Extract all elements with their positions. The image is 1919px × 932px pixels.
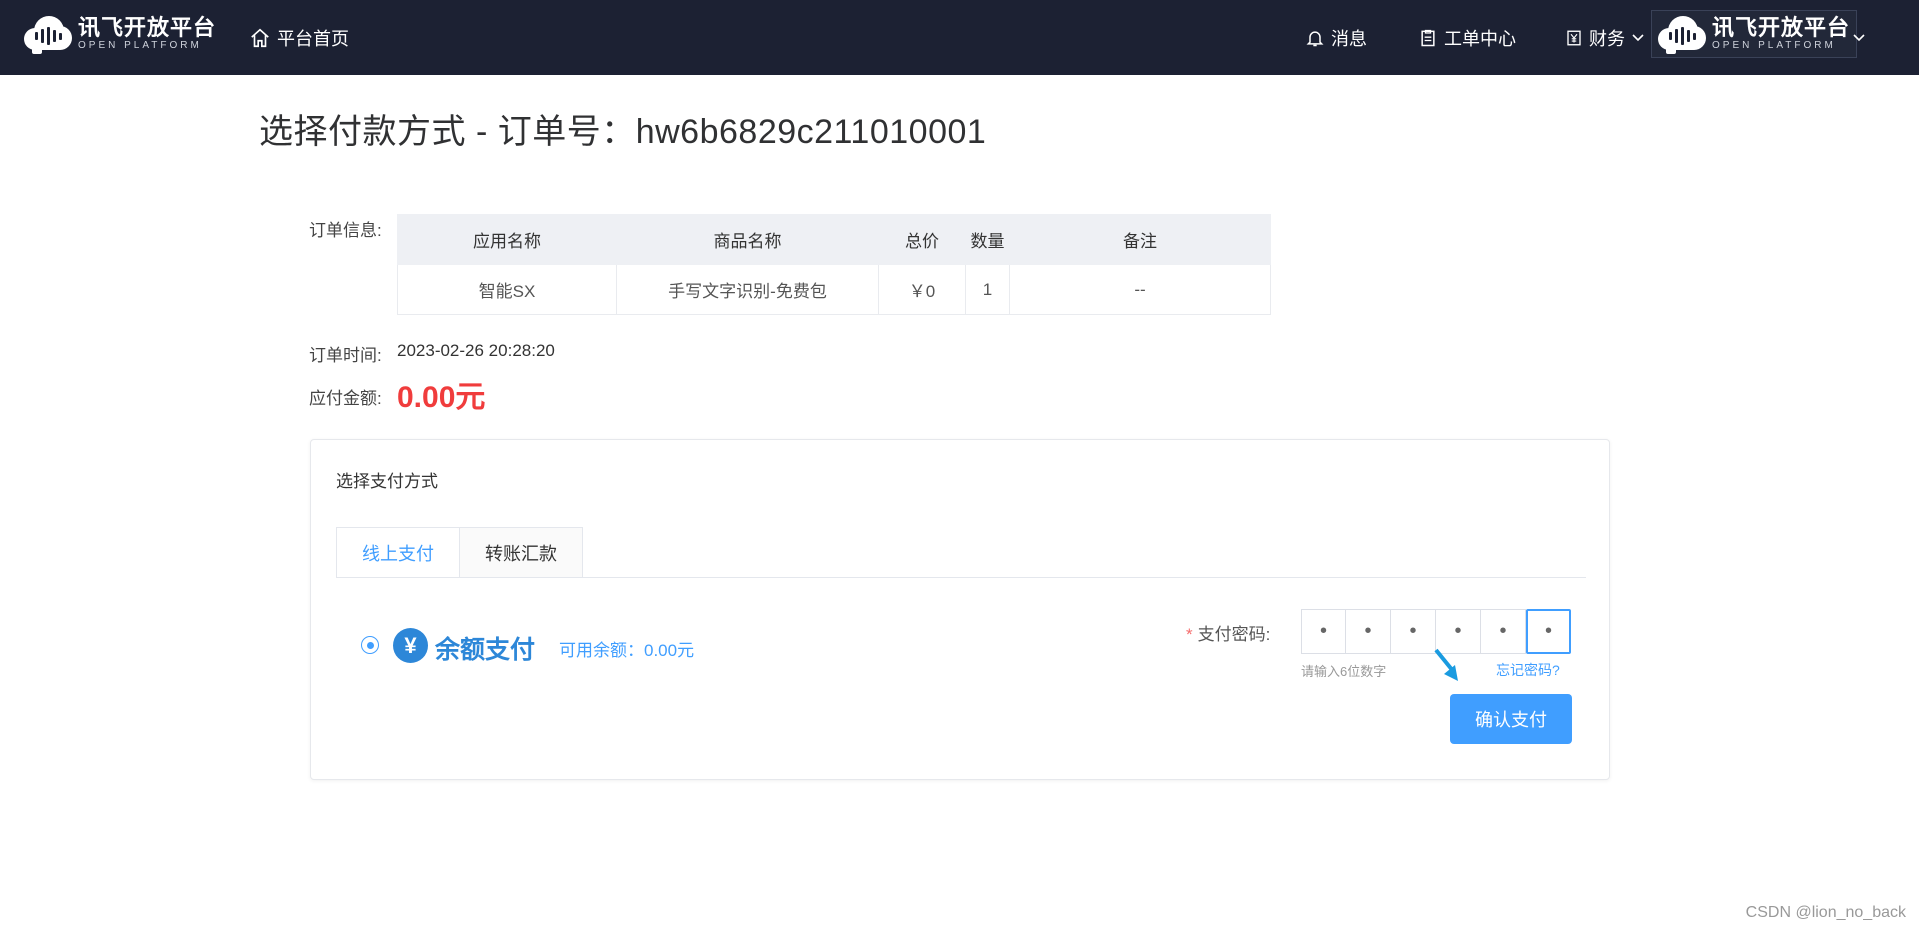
forgot-password-link[interactable]: 忘记密码? [1496, 660, 1560, 680]
order-info-label: 订单信息: [309, 221, 382, 240]
chevron-down-icon [1632, 33, 1644, 41]
arrow-pointer-icon [1434, 648, 1458, 681]
account-chevron-down-icon[interactable] [1852, 33, 1866, 43]
cloud-logo-icon [1658, 14, 1706, 54]
column-header-remark: 备注 [1009, 214, 1271, 265]
balance-pay-radio[interactable] [361, 636, 379, 654]
nav-finance-menu[interactable]: 财务 [1565, 0, 1645, 75]
payment-tabs: 线上支付 转账汇款 [336, 527, 583, 578]
balance-pay-label[interactable]: 余额支付 [435, 630, 535, 666]
home-icon [251, 28, 269, 47]
cell-total-price: ￥0 [878, 264, 966, 315]
account-logo-text: 讯飞开放平台 [1712, 15, 1851, 40]
nav-messages-label: 消息 [1331, 28, 1367, 49]
order-time-value: 2023-02-26 20:28:20 [397, 341, 555, 360]
tabs-divider [336, 577, 1586, 578]
page-title: 选择付款方式 - 订单号：hw6b6829c211010001 [259, 113, 987, 151]
cell-app-name: 智能SX [397, 264, 617, 315]
password-hint: 请输入6位数字 [1301, 664, 1387, 679]
password-digit-cell[interactable]: • [1346, 609, 1391, 654]
nav-tickets-link[interactable]: 工单中心 [1418, 0, 1516, 75]
finance-icon [1567, 30, 1581, 45]
cell-product-name: 手写文字识别-免费包 [616, 264, 879, 315]
order-table: 应用名称 商品名称 总价 数量 备注 智能SX 手写文字识别-免费包 ￥0 1 … [397, 214, 1271, 315]
password-digit-cell[interactable]: • [1481, 609, 1526, 654]
account-logo-subtext: OPEN PLATFORM [1712, 40, 1836, 51]
watermark: CSDN @lion_no_back [1745, 904, 1906, 921]
yen-icon: ¥ [393, 628, 428, 663]
nav-tickets-label: 工单中心 [1444, 28, 1516, 49]
column-header-quantity: 数量 [965, 214, 1010, 265]
order-time-label: 订单时间: [309, 346, 382, 365]
cloud-logo-icon [24, 14, 72, 54]
logo-subtext: OPEN PLATFORM [78, 40, 202, 51]
available-balance: 可用余额：0.00元 [559, 641, 695, 660]
clipboard-icon [1421, 29, 1435, 46]
nav-home-link[interactable]: 平台首页 [249, 0, 349, 75]
nav-finance-label: 财务 [1589, 28, 1625, 49]
table-header-row: 应用名称 商品名称 总价 数量 备注 [397, 214, 1271, 265]
payment-password-label: * 支付密码: [1186, 625, 1271, 644]
amount-due-value: 0.00元 [397, 381, 486, 414]
column-header-app: 应用名称 [397, 214, 617, 265]
top-navigation-bar: 讯飞开放平台 OPEN PLATFORM 平台首页 消息 工单中心 财务 讯飞开… [0, 0, 1919, 75]
payment-card-title: 选择支付方式 [336, 472, 438, 491]
cell-remark: -- [1009, 264, 1271, 315]
payment-method-card: 选择支付方式 线上支付 转账汇款 ¥ 余额支付 可用余额：0.00元 * 支付密码… [310, 439, 1610, 780]
cell-quantity: 1 [965, 264, 1010, 315]
logo-text: 讯飞开放平台 [78, 15, 217, 40]
amount-due-label: 应付金额: [309, 389, 382, 408]
tab-online-payment[interactable]: 线上支付 [336, 527, 460, 578]
nav-messages-link[interactable]: 消息 [1305, 0, 1367, 75]
account-menu[interactable]: 讯飞开放平台 OPEN PLATFORM [1651, 10, 1858, 58]
column-header-product: 商品名称 [616, 214, 879, 265]
bell-icon [1306, 30, 1324, 46]
nav-home-label: 平台首页 [277, 28, 349, 49]
password-digit-cell[interactable]: • [1526, 609, 1571, 654]
tab-bank-transfer[interactable]: 转账汇款 [460, 527, 583, 578]
password-digit-cell[interactable]: • [1391, 609, 1436, 654]
column-header-total: 总价 [878, 214, 966, 265]
password-digit-cell[interactable]: • [1301, 609, 1346, 654]
table-row: 智能SX 手写文字识别-免费包 ￥0 1 -- [397, 264, 1271, 315]
platform-logo[interactable]: 讯飞开放平台 OPEN PLATFORM [24, 14, 216, 54]
confirm-payment-button[interactable]: 确认支付 [1450, 694, 1572, 744]
